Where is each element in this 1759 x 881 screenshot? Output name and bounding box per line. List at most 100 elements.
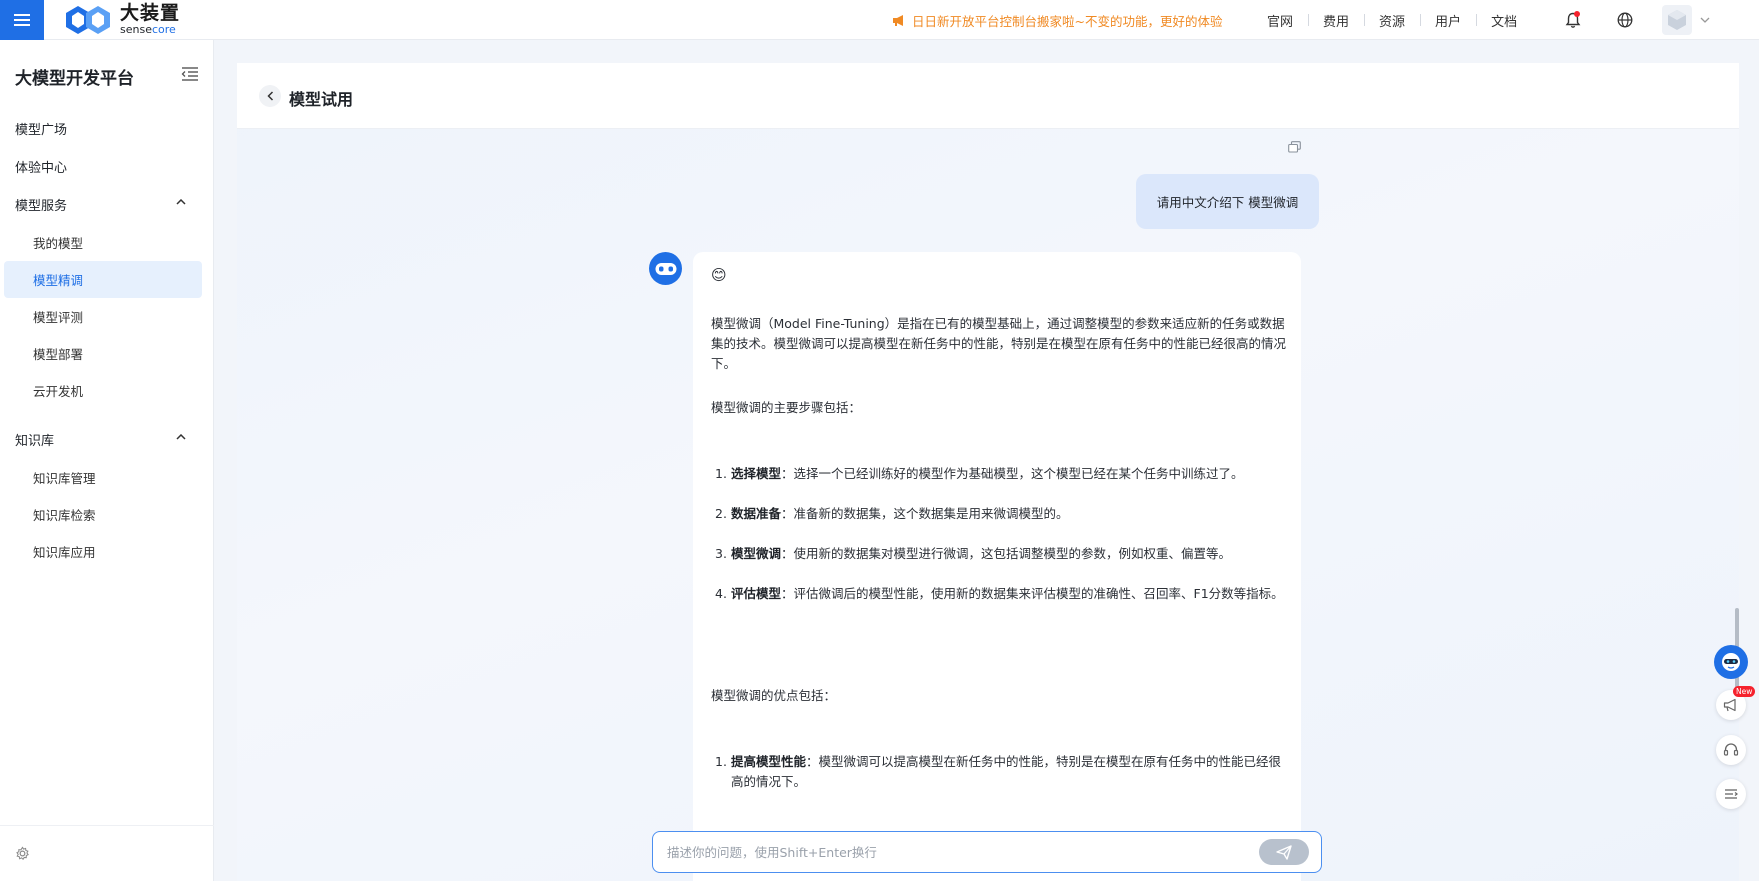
list-text: ：使用新的数据集对模型进行微调，这包括调整模型的参数，例如权重、偏置等。 xyxy=(781,546,1232,561)
globe-icon xyxy=(1617,12,1633,28)
nav-docs[interactable]: 文档 xyxy=(1476,11,1532,30)
send-button[interactable] xyxy=(1259,839,1309,865)
announcement-banner[interactable]: 日日新开放平台控制台搬家啦~不变的功能，更好的体验 xyxy=(892,0,1222,40)
new-badge: New xyxy=(1733,686,1756,697)
sidebar-item-label: 云开发机 xyxy=(33,384,84,399)
list-text: ：选择一个已经训练好的模型作为基础模型，这个模型已经在某个任务中训练过了。 xyxy=(781,466,1244,481)
sidebar-item-knowledge-base[interactable]: 知识库 xyxy=(4,421,202,458)
list-item: 1. 选择模型：选择一个已经训练好的模型作为基础模型，这个模型已经在某个任务中训… xyxy=(715,464,1291,484)
sidebar-item-label: 模型部署 xyxy=(33,347,84,362)
sidebar-item-model-eval[interactable]: 模型评测 xyxy=(4,298,202,335)
list-term: 提高模型性能 xyxy=(731,754,807,769)
sidebar-item-label: 体验中心 xyxy=(15,161,68,176)
robot-icon xyxy=(655,262,676,275)
bot-message-bubble: 😊 模型微调（Model Fine-Tuning）是指在已有的模型基础上，通过调… xyxy=(693,252,1301,881)
benefits-heading: 模型微调的优点包括： xyxy=(711,688,837,703)
sidebar-item-model-service[interactable]: 模型服务 xyxy=(4,186,202,223)
smile-emoji: 😊 xyxy=(711,266,727,284)
list-item: 1. 提高模型性能：模型微调可以提高模型在新任务中的性能，特别是在模型在原有任务… xyxy=(715,752,1291,792)
list-text: ：评估微调后的模型性能，使用新的数据集来评估模型的准确性、召回率、F1分数等指标… xyxy=(781,586,1284,601)
notification-button[interactable] xyxy=(1556,0,1590,40)
top-nav: 官网 费用 资源 用户 文档 xyxy=(1252,0,1532,40)
chat-input-box xyxy=(652,831,1322,873)
megaphone-icon xyxy=(1723,698,1736,712)
hamburger-menu-button[interactable] xyxy=(0,0,44,40)
sidebar-item-kb-management[interactable]: 知识库管理 xyxy=(4,459,202,496)
sidebar-item-label: 模型广场 xyxy=(15,123,68,138)
assistant-robot-button[interactable] xyxy=(1714,645,1748,679)
sidebar-item-model-finetune[interactable]: 模型精调 xyxy=(4,261,202,298)
nav-billing[interactable]: 费用 xyxy=(1308,11,1364,30)
headset-icon xyxy=(1723,743,1739,756)
sidebar-item-kb-application[interactable]: 知识库应用 xyxy=(4,533,202,570)
list-number: 3. xyxy=(715,546,727,561)
hamburger-icon xyxy=(14,13,30,26)
sidebar-item-label: 模型服务 xyxy=(15,199,68,214)
nav-users[interactable]: 用户 xyxy=(1420,11,1476,30)
main-panel: 模型试用 请用中文介绍下 模型微调 😊 模型微调（Model Fine-Tuni… xyxy=(237,63,1739,881)
logo-cn-text: 大装置 xyxy=(120,2,181,24)
page-title: 模型试用 xyxy=(289,90,354,109)
logo-en-text: sensecore xyxy=(120,23,176,36)
list-text: ：准备新的数据集，这个数据集是用来微调模型的。 xyxy=(781,506,1069,521)
sidebar-item-label: 知识库应用 xyxy=(33,545,96,560)
chevron-down-icon xyxy=(1700,17,1710,23)
sidebar-item-label: 模型评测 xyxy=(33,310,84,325)
sidebar-item-my-models[interactable]: 我的模型 xyxy=(4,224,202,261)
sidebar-item-label: 知识库检索 xyxy=(33,508,96,523)
send-icon xyxy=(1276,844,1292,860)
collapse-menu-icon xyxy=(181,67,198,81)
list-term: 选择模型 xyxy=(731,466,782,481)
list-icon xyxy=(1725,789,1738,799)
logo-mark-icon xyxy=(60,3,116,37)
platform-title: 大模型开发平台 xyxy=(15,69,134,89)
sensecore-logo[interactable]: 大装置 sensecore xyxy=(60,3,180,37)
sidebar-item-experience-center[interactable]: 体验中心 xyxy=(4,148,202,185)
list-term: 数据准备 xyxy=(731,506,782,521)
steps-heading: 模型微调的主要步骤包括： xyxy=(711,400,862,415)
list-text: ：模型微调可以提高模型在新任务中的性能，特别是在模型在原有任务中的性能已经很高的… xyxy=(731,754,1282,789)
list-number: 1. xyxy=(715,754,727,769)
sidebar-item-model-square[interactable]: 模型广场 xyxy=(4,110,202,147)
language-button[interactable] xyxy=(1608,0,1642,40)
settings-button[interactable] xyxy=(15,846,30,865)
list-item: 4. 评估模型：评估微调后的模型性能，使用新的数据集来评估模型的准确性、召回率、… xyxy=(715,584,1291,604)
top-bar: 大装置 sensecore 日日新开放平台控制台搬家啦~不变的功能，更好的体验 … xyxy=(0,0,1759,40)
sidebar: 大模型开发平台 模型广场 体验中心 模型服务 我的模型 模型精调 模型评测 模型… xyxy=(0,40,214,881)
chevron-up-icon xyxy=(176,434,186,440)
nav-official-site[interactable]: 官网 xyxy=(1252,11,1308,30)
robot-assistant-icon xyxy=(1722,653,1740,671)
copy-button[interactable] xyxy=(1288,138,1301,157)
megaphone-icon xyxy=(892,14,906,27)
sidebar-collapse-button[interactable] xyxy=(181,66,199,84)
sidebar-item-label: 模型精调 xyxy=(33,273,84,288)
list-term: 评估模型 xyxy=(731,586,782,601)
chat-input[interactable] xyxy=(667,842,1247,862)
avatar xyxy=(1662,5,1692,35)
customer-service-button[interactable] xyxy=(1716,735,1746,765)
copy-icon xyxy=(1288,141,1301,153)
page-header: 模型试用 xyxy=(237,63,1739,129)
list-menu-button[interactable] xyxy=(1716,779,1746,809)
gear-icon xyxy=(16,846,29,861)
sidebar-item-model-deploy[interactable]: 模型部署 xyxy=(4,335,202,372)
sidebar-item-kb-search[interactable]: 知识库检索 xyxy=(4,496,202,533)
intro-paragraph: 模型微调（Model Fine-Tuning）是指在已有的模型基础上，通过调整模… xyxy=(711,316,1287,371)
chevron-left-icon xyxy=(266,91,273,101)
chevron-up-icon xyxy=(176,199,186,205)
list-number: 2. xyxy=(715,506,727,521)
notification-dot xyxy=(1574,11,1580,17)
sidebar-item-label: 知识库 xyxy=(15,434,55,449)
user-message-text: 请用中文介绍下 模型微调 xyxy=(1156,195,1299,210)
sidebar-footer xyxy=(0,825,214,881)
list-number: 4. xyxy=(715,586,727,601)
sidebar-item-label: 知识库管理 xyxy=(33,471,96,486)
nav-resources[interactable]: 资源 xyxy=(1364,11,1420,30)
user-menu[interactable] xyxy=(1662,0,1710,40)
back-button[interactable] xyxy=(259,85,281,107)
announcement-text: 日日新开放平台控制台搬家啦~不变的功能，更好的体验 xyxy=(912,13,1223,29)
user-message-bubble: 请用中文介绍下 模型微调 xyxy=(1136,174,1319,229)
sidebar-item-cloud-dev-machine[interactable]: 云开发机 xyxy=(4,372,202,409)
list-item: 3. 模型微调：使用新的数据集对模型进行微调，这包括调整模型的参数，例如权重、偏… xyxy=(715,544,1291,564)
bot-avatar xyxy=(649,252,682,285)
